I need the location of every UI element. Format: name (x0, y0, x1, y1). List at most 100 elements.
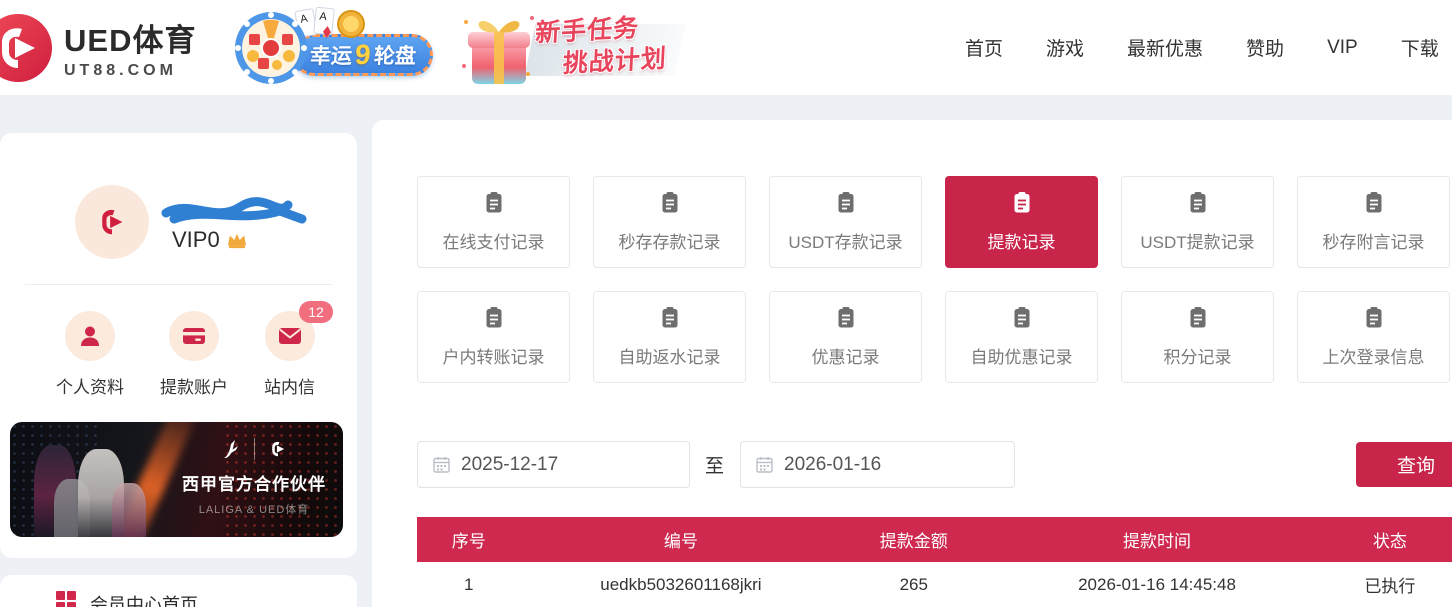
brand-domain: UT88.COM (64, 62, 196, 80)
main-nav: 首页 游戏 最新优惠 赞助 VIP 下载 (965, 0, 1439, 95)
sidebar-menu-card[interactable]: 会员中心首页 (0, 575, 357, 607)
username-scribble (160, 193, 310, 229)
sidebar-shortcuts: 个人资料 提款账户 12 站内信 (0, 311, 357, 398)
tab-label: 户内转账记录 (443, 343, 545, 368)
promo-lucky-wheel-banner[interactable]: A A 幸运 9 轮盘 (233, 8, 433, 88)
clipboard-icon (658, 306, 682, 335)
tab-自助返水记录[interactable]: 自助返水记录 (593, 291, 746, 383)
shortcut-label: 站内信 (264, 373, 315, 398)
tab-优惠记录[interactable]: 优惠记录 (769, 291, 922, 383)
date-filter-row: 2025-12-17 至 2026-01-16 查询 (417, 441, 1452, 488)
clipboard-icon (1186, 306, 1210, 335)
column-header-2: 提款金额 (841, 527, 986, 552)
sidebar-profile-card: VIP0 个人资料 (0, 133, 357, 558)
column-header-4: 状态 (1328, 527, 1452, 552)
column-header-1: 编号 (521, 527, 842, 552)
message-count-badge: 12 (299, 301, 333, 323)
promo-newbie-task-banner[interactable]: 新手任务 挑战计划 (458, 6, 688, 89)
ued-logo-white-icon (265, 436, 291, 462)
avatar[interactable] (75, 185, 149, 259)
newbie-line-2: 挑战计划 (562, 43, 668, 81)
tab-label: 秒存存款记录 (619, 228, 721, 253)
shortcut-profile[interactable]: 个人资料 (56, 311, 124, 398)
avatar-logo-icon (90, 200, 134, 244)
tab-自助优惠记录[interactable]: 自助优惠记录 (945, 291, 1098, 383)
date-from-input[interactable]: 2025-12-17 (417, 441, 690, 488)
clipboard-icon (482, 191, 506, 220)
vip-label: VIP0 (172, 227, 220, 253)
shortcut-withdraw-account[interactable]: 提款账户 (160, 311, 228, 398)
nav-item-3[interactable]: 赞助 (1246, 34, 1284, 61)
players-silhouette (26, 437, 176, 537)
clipboard-icon (1362, 306, 1386, 335)
tab-label: 在线支付记录 (443, 228, 545, 253)
mail-icon (277, 323, 303, 349)
tab-label: 秒存附言记录 (1323, 228, 1425, 253)
clipboard-icon (834, 306, 858, 335)
member-home-icon (56, 591, 76, 607)
shortcut-label: 提款账户 (160, 373, 228, 398)
tab-USDT提款记录[interactable]: USDT提款记录 (1121, 176, 1274, 268)
profile-row: VIP0 (0, 185, 357, 259)
date-range-separator: 至 (705, 451, 724, 478)
gift-box-icon (458, 8, 540, 88)
nav-item-2[interactable]: 最新优惠 (1127, 34, 1203, 61)
tab-label: 自助返水记录 (619, 343, 721, 368)
tab-积分记录[interactable]: 积分记录 (1121, 291, 1274, 383)
date-to-value: 2026-01-16 (784, 454, 881, 476)
tab-label: 优惠记录 (812, 343, 880, 368)
table-cell-1: uedkb5032601168jkri (521, 575, 842, 595)
table-header-row: 序号编号提款金额提款时间状态 (417, 517, 1452, 562)
clipboard-icon (1010, 306, 1034, 335)
member-home-label: 会员中心首页 (90, 591, 198, 607)
laliga-logo-icon (218, 436, 244, 462)
tab-label: 上次登录信息 (1323, 343, 1425, 368)
laliga-partner-banner[interactable]: 西甲官方合作伙伴 LALIGA & UED体育 (10, 422, 343, 537)
tab-label: 积分记录 (1164, 343, 1232, 368)
user-icon (77, 323, 103, 349)
tab-上次登录信息[interactable]: 上次登录信息 (1297, 291, 1450, 383)
tab-label: USDT存款记录 (788, 228, 902, 253)
table-cell-3: 2026-01-16 14:45:48 (986, 575, 1328, 595)
tab-USDT存款记录[interactable]: USDT存款记录 (769, 176, 922, 268)
clipboard-icon (658, 191, 682, 220)
query-button[interactable]: 查询 (1356, 442, 1452, 487)
clipboard-icon (1186, 191, 1210, 220)
bank-card-icon (181, 323, 207, 349)
shortcut-messages[interactable]: 12 站内信 (264, 311, 315, 398)
brand-logo-icon (0, 12, 54, 84)
table-row: 1uedkb5032601168jkri2652026-01-16 14:45:… (417, 562, 1452, 607)
top-header: UED体育 UT88.COM A A (0, 0, 1452, 95)
tab-label: 自助优惠记录 (971, 343, 1073, 368)
tab-提款记录[interactable]: 提款记录 (945, 176, 1098, 268)
nav-item-1[interactable]: 游戏 (1046, 34, 1084, 61)
roulette-text-3: 轮盘 (373, 40, 417, 70)
brand-logo[interactable]: UED体育 UT88.COM (0, 12, 196, 84)
lucky-wheel-icon (233, 10, 309, 86)
clipboard-icon (482, 306, 506, 335)
sidebar-divider (25, 284, 332, 285)
vip-level: VIP0 (172, 227, 248, 253)
calendar-icon (756, 456, 773, 473)
nav-item-4[interactable]: VIP (1327, 37, 1358, 59)
tab-户内转账记录[interactable]: 户内转账记录 (417, 291, 570, 383)
main-content-card: 在线支付记录 秒存存款记录 USDT存款记录 提款记录 USDT提款记录 秒存附言记录户内… (372, 120, 1452, 607)
laliga-banner-subtitle: LALIGA & UED体育 (179, 501, 329, 517)
table-cell-2: 265 (841, 575, 986, 595)
nav-item-0[interactable]: 首页 (965, 34, 1003, 61)
date-to-input[interactable]: 2026-01-16 (740, 441, 1015, 488)
tab-在线支付记录[interactable]: 在线支付记录 (417, 176, 570, 268)
table-cell-4: 已执行 (1328, 572, 1452, 597)
tab-label: 提款记录 (988, 228, 1056, 253)
laliga-banner-title: 西甲官方合作伙伴 (179, 470, 329, 495)
tab-秒存附言记录[interactable]: 秒存附言记录 (1297, 176, 1450, 268)
record-tabs-grid: 在线支付记录 秒存存款记录 USDT存款记录 提款记录 USDT提款记录 秒存附言记录户内… (417, 176, 1450, 383)
tab-秒存存款记录[interactable]: 秒存存款记录 (593, 176, 746, 268)
table-cell-0: 1 (417, 575, 521, 595)
tab-label: USDT提款记录 (1140, 228, 1254, 253)
clipboard-icon (1010, 191, 1034, 220)
brand-name: UED体育 (64, 15, 196, 60)
table-body: 1uedkb5032601168jkri2652026-01-16 14:45:… (417, 562, 1452, 607)
nav-item-5[interactable]: 下载 (1401, 34, 1439, 61)
clipboard-icon (834, 191, 858, 220)
